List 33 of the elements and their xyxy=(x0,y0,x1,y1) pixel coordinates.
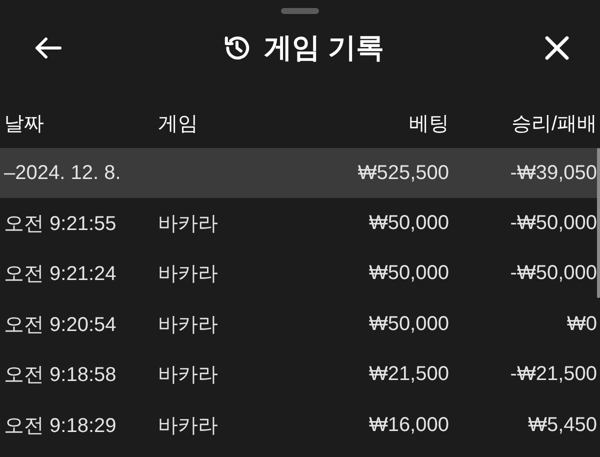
table-cell-text: ₩5,450 xyxy=(527,414,597,437)
table-cell-text: 바카라 xyxy=(158,363,219,388)
table-cell-text: 바카라 xyxy=(158,414,219,439)
column-header: 베팅 xyxy=(408,112,449,136)
date-group-row[interactable]: –2024. 12. 8. ₩525,500 -₩39,050 xyxy=(0,148,600,198)
table-cell-text: 바카라 xyxy=(158,262,219,288)
table-cell-text: ₩50,000 xyxy=(368,312,449,336)
group-date: –2024. 12. 8. xyxy=(4,162,122,184)
table-cell-text: 오전 9:20:54 xyxy=(4,312,118,338)
scrollbar[interactable] xyxy=(597,148,600,298)
table-cell-text: ₩50,000 xyxy=(368,262,449,286)
window-title: 게임 기록 xyxy=(264,31,384,65)
close-icon xyxy=(544,35,570,61)
table-cell-text: -₩50,000 xyxy=(509,212,597,235)
back-arrow-icon xyxy=(34,36,62,60)
column-header: 날짜 xyxy=(4,112,45,136)
table-cell-text: 오전 9:18:29 xyxy=(4,414,118,439)
table-cell-text: 바카라 xyxy=(158,212,219,237)
table-cell-text: ₩50,000 xyxy=(368,212,449,235)
column-header: 승리/패배 xyxy=(510,112,597,136)
table-cell-text: 오전 9:18:58 xyxy=(4,363,118,388)
group-bet-total: ₩525,500 xyxy=(356,162,449,184)
table-cell-text: 오전 9:21:24 xyxy=(4,262,118,288)
table-cell-text: -₩21,500 xyxy=(509,363,597,386)
table-cell-text: ₩0 xyxy=(566,312,597,336)
column-header: 게임 xyxy=(158,112,199,136)
table-cell-text: ₩21,500 xyxy=(368,363,449,386)
group-result-total: -₩39,050 xyxy=(509,162,597,184)
drag-handle[interactable] xyxy=(281,8,319,14)
table-cell-text: 오전 9:21:55 xyxy=(4,212,118,237)
table-cell-text: 바카라 xyxy=(158,312,219,338)
table-cell-text: ₩16,000 xyxy=(368,414,449,437)
table-cell-text: -₩50,000 xyxy=(509,262,597,286)
